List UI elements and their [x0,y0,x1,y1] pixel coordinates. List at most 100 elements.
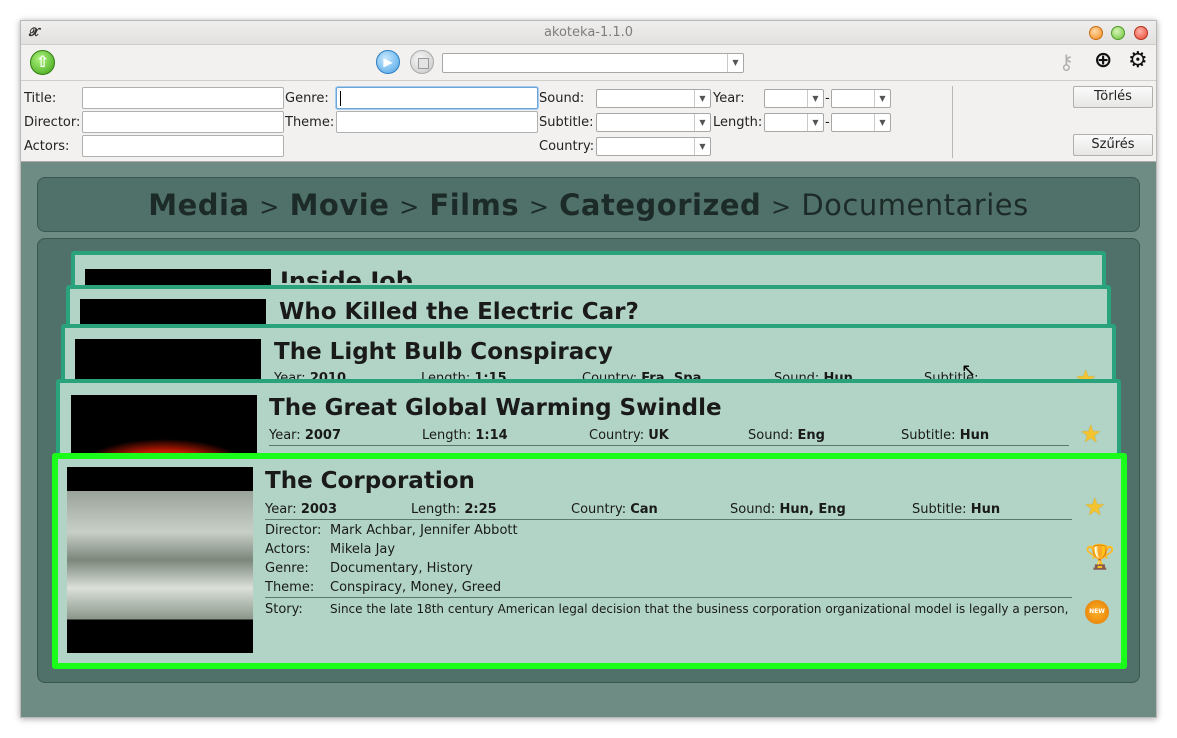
breadcrumb-item[interactable]: Movie [290,188,390,222]
chevron-down-icon: ▼ [694,138,710,155]
key-icon[interactable]: ⚷ [1059,50,1074,74]
up-arrow-icon[interactable]: ⇧ [30,50,55,75]
title-label: Title: [24,91,57,106]
trophy-icon[interactable]: 🏆 [1085,543,1115,571]
app-window: 𝓧 akoteka-1.1.0 ⇧ ▶ ▼ ⚷ ⊕ ⚙ Title: Direc… [20,20,1157,718]
title-field[interactable] [82,87,284,109]
movie-card-selected[interactable]: The Corporation Year: 2003 Length: 2:25 … [52,453,1127,669]
filter-panel: Title: Director: Actors: Genre: Theme: S… [21,82,1156,160]
length-to-select[interactable]: ▼ [831,113,891,132]
movie-thumbnail [67,467,253,653]
length-field: Length: 2:25 [411,502,497,517]
movie-title: The Light Bulb Conspiracy [274,339,613,365]
clear-button[interactable]: Törlés [1073,86,1153,108]
subtitle-value: Hun [959,428,990,443]
breadcrumb-item[interactable]: Films [429,188,519,222]
year-value: 2003 [300,502,338,517]
mouse-cursor-icon: ↖ [961,360,977,381]
director-value: Mark Achbar, Jennifer Abbott [330,523,518,538]
close-button[interactable] [1134,26,1148,40]
country-field: Country: Can [571,502,658,517]
chevron-down-icon: ▼ [874,90,890,107]
subtitle-label: Subtitle: [539,115,594,130]
sound-value: Hun, Eng [779,502,846,517]
zoom-in-icon[interactable]: ⊕ [1094,48,1112,73]
chevron-down-icon: ▼ [874,114,890,131]
year-value: 2007 [304,428,342,443]
year-label: Year: [269,428,301,443]
divider [265,519,1072,520]
media-select[interactable]: ▼ [442,53,744,73]
length-value: 2:25 [464,502,497,517]
sound-label: Sound: [539,91,585,106]
subtitle-field: Subtitle: Hun [901,428,989,443]
year-field: Year: 2003 [265,502,337,517]
movie-card[interactable]: The Great Global Warming Swindle Year: 2… [56,379,1121,459]
director-label: Director: [265,523,322,538]
star-icon[interactable]: ★ [1084,493,1106,521]
subtitle-label: Subtitle: [912,502,967,517]
director-field[interactable] [82,111,284,133]
breadcrumb-path: Media > Movie > Films > Categorized > Do… [148,188,1029,222]
star-icon[interactable]: ★ [1080,420,1102,448]
theme-field[interactable] [336,111,538,133]
chevron-down-icon: ▼ [807,90,823,107]
year-from-select[interactable]: ▼ [764,89,824,108]
minimize-button[interactable] [1089,26,1103,40]
sound-field: Sound: Hun, Eng [730,502,846,517]
gear-icon[interactable]: ⚙ [1128,48,1148,73]
length-label: Length: [422,428,472,443]
length-field: Length: 1:14 [422,428,508,443]
breadcrumb: Media > Movie > Films > Categorized > Do… [37,177,1140,232]
length-value: 1:14 [475,428,508,443]
length-from-select[interactable]: ▼ [764,113,824,132]
length-label: Length: [713,115,763,130]
range-separator: - [825,115,830,130]
story-label: Story: [265,602,303,617]
sound-label: Sound: [730,502,776,517]
play-icon[interactable]: ▶ [376,50,400,74]
new-badge-icon[interactable]: NEW [1085,600,1109,624]
country-select[interactable]: ▼ [596,137,711,156]
year-label: Year: [713,91,745,106]
sound-select[interactable]: ▼ [596,89,711,108]
country-value: UK [648,428,669,443]
breadcrumb-item[interactable]: Media [148,188,249,222]
breadcrumb-item[interactable]: Categorized [559,188,761,222]
subtitle-label: Subtitle: [901,428,956,443]
country-field: Country: UK [589,428,669,443]
year-field: Year: 2007 [269,428,341,443]
title-bar[interactable]: 𝓧 akoteka-1.1.0 [21,21,1156,45]
country-label: Country: [539,139,595,154]
text-caret [340,91,341,106]
divider [269,445,1069,446]
country-label: Country: [571,502,627,517]
chevron-down-icon: ▼ [727,54,743,72]
divider [952,86,953,158]
window-title: akoteka-1.1.0 [543,25,634,40]
maximize-button[interactable] [1111,26,1125,40]
filter-button[interactable]: Szűrés [1073,134,1153,156]
actors-field[interactable] [82,135,284,157]
year-to-select[interactable]: ▼ [831,89,891,108]
actors-label: Actors: [24,139,70,154]
subtitle-select[interactable]: ▼ [596,113,711,132]
country-value: Can [630,502,658,517]
chevron-down-icon: ▼ [807,114,823,131]
sound-field: Sound: Eng [748,428,825,443]
subtitle-value: Hun [970,502,1001,517]
movie-thumbnail [71,395,257,455]
divider [265,597,1072,598]
genre-value: Documentary, History [330,561,473,576]
actors-label: Actors: [265,542,311,557]
chevron-down-icon: ▼ [694,114,710,131]
content-area: Media > Movie > Films > Categorized > Do… [21,161,1156,717]
genre-field[interactable] [336,87,538,109]
director-label: Director: [24,115,81,130]
theme-label: Theme: [265,580,315,595]
stop-icon[interactable] [410,50,434,74]
breadcrumb-separator: > [528,193,550,221]
actors-value: Mikela Jay [330,542,396,557]
theme-value: Conspiracy, Money, Greed [330,580,502,595]
breadcrumb-separator: > [399,193,420,221]
